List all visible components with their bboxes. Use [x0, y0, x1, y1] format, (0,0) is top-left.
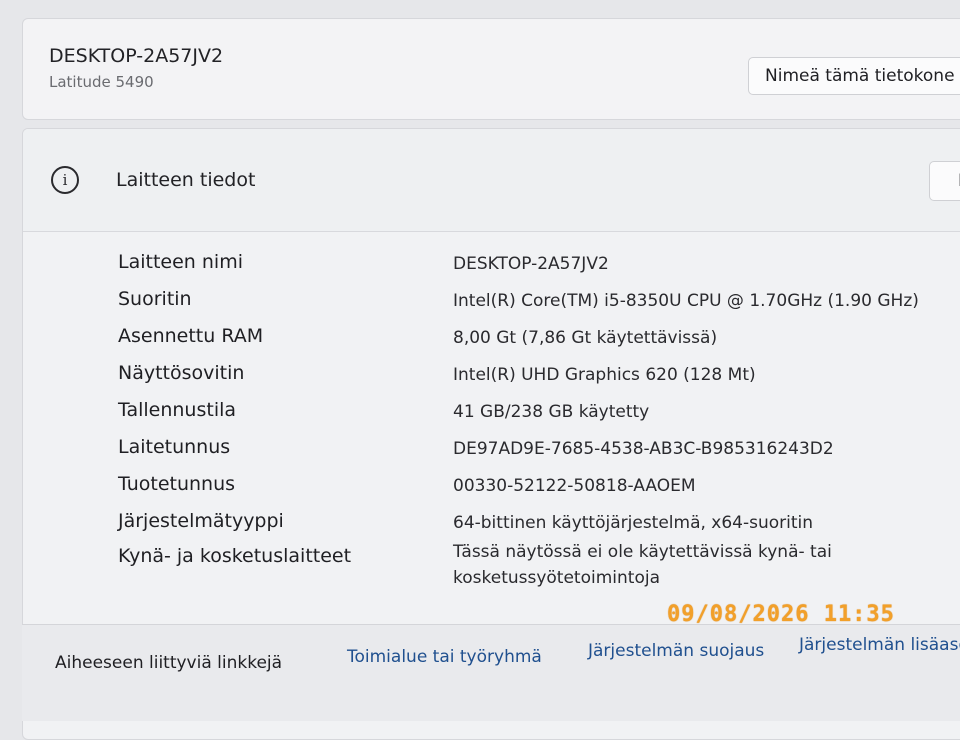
spec-label: Suoritin	[118, 288, 192, 310]
related-links-heading: Aiheeseen liittyviä linkkejä	[55, 653, 283, 673]
spec-value: 41 GB/238 GB käytetty	[453, 402, 650, 422]
spec-label: Kynä- ja kosketuslaitteet	[118, 545, 352, 567]
device-card: DESKTOP-2A57JV2 Latitude 5490 Nimeä tämä…	[22, 18, 960, 120]
spec-label: Laitetunnus	[118, 436, 231, 458]
spec-value: DESKTOP-2A57JV2	[453, 254, 609, 274]
spec-label: Näyttösovitin	[118, 362, 245, 384]
spec-value: Intel(R) Core(TM) i5-8350U CPU @ 1.70GHz…	[453, 291, 919, 311]
spec-row-storage: Tallennustila 41 GB/238 GB käytetty	[23, 399, 960, 435]
spec-value: DE97AD9E-7685-4538-AB3C-B985316243D2	[453, 439, 834, 459]
spec-value: 8,00 Gt (7,86 Gt käytettävissä)	[453, 328, 718, 348]
spec-label: Asennettu RAM	[118, 325, 264, 347]
camera-date-stamp: 09/08/2026 11:35	[667, 602, 895, 627]
spec-value: Intel(R) UHD Graphics 620 (128 Mt)	[453, 365, 756, 385]
device-name: DESKTOP-2A57JV2	[49, 45, 224, 67]
spec-label: Laitteen nimi	[118, 251, 243, 273]
link-system-protection[interactable]: Järjestelmän suojaus	[588, 641, 764, 661]
link-domain-or-workgroup[interactable]: Toimialue tai työryhmä	[347, 647, 542, 667]
info-icon: i	[51, 166, 79, 194]
device-info-header[interactable]: i Laitteen tiedot Kop	[23, 129, 960, 232]
spec-value-line2: kosketussyötetoimintoja	[453, 568, 660, 588]
spec-row-graphics: Näyttösovitin Intel(R) UHD Graphics 620 …	[23, 362, 960, 398]
device-model: Latitude 5490	[49, 73, 154, 91]
spec-row-ram: Asennettu RAM 8,00 Gt (7,86 Gt käytettäv…	[23, 325, 960, 361]
spec-row-device-id: Laitetunnus DE97AD9E-7685-4538-AB3C-B985…	[23, 436, 960, 472]
spec-label: Järjestelmätyyppi	[118, 510, 284, 532]
spec-row-product-id: Tuotetunnus 00330-52122-50818-AAOEM	[23, 473, 960, 509]
spec-row-device-name: Laitteen nimi DESKTOP-2A57JV2	[23, 251, 960, 287]
spec-row-processor: Suoritin Intel(R) Core(TM) i5-8350U CPU …	[23, 288, 960, 324]
related-links-bar: Aiheeseen liittyviä linkkejä Toimialue t…	[22, 624, 960, 721]
spec-row-pen-touch: Kynä- ja kosketuslaitteet Tässä näytössä…	[23, 542, 960, 605]
device-info-title: Laitteen tiedot	[116, 169, 256, 191]
link-advanced-system-settings[interactable]: Järjestelmän lisäase	[799, 635, 960, 655]
spec-label: Tuotetunnus	[118, 473, 236, 495]
rename-computer-button[interactable]: Nimeä tämä tietokone	[748, 57, 960, 95]
spec-value: 00330-52122-50818-AAOEM	[453, 476, 696, 496]
spec-value-line1: Tässä näytössä ei ole käytettävissä kynä…	[453, 542, 832, 562]
spec-label: Tallennustila	[118, 399, 237, 421]
copy-button[interactable]: Kop	[929, 161, 960, 201]
spec-value: 64-bittinen käyttöjärjestelmä, x64-suori…	[453, 513, 814, 533]
